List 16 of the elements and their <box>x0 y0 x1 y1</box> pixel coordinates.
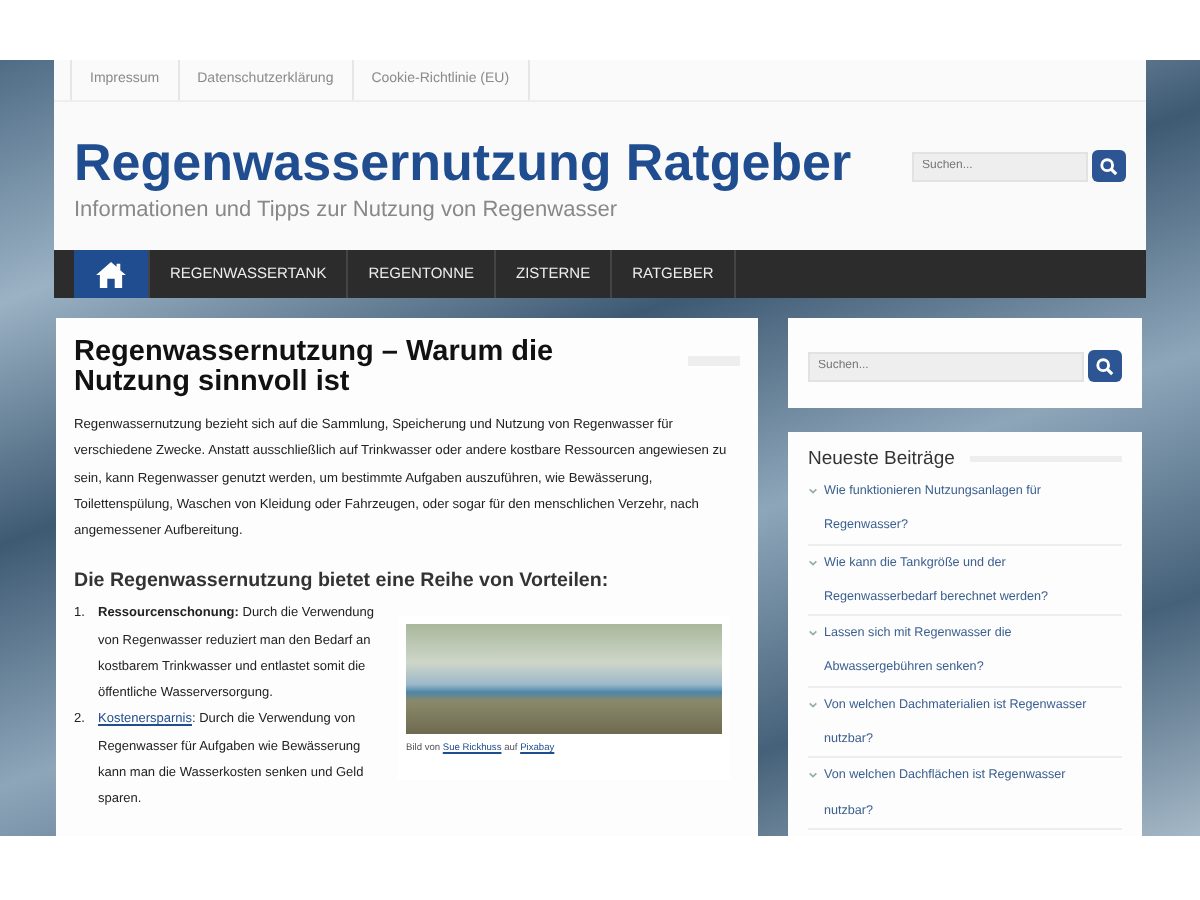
home-icon <box>96 261 126 287</box>
search-button[interactable] <box>1092 150 1126 182</box>
site-title[interactable]: Regenwassernutzung Ratgeber <box>74 131 852 191</box>
search-button[interactable] <box>1088 350 1122 382</box>
site-tagline: Informationen und Tipps zur Nutzung von Regenwasser <box>74 197 619 221</box>
section-heading: Die Regenwassernutzung bietet eine Reihe von Vorteilen: <box>74 570 611 593</box>
chevron-icon <box>808 770 818 781</box>
search-icon <box>1096 357 1115 375</box>
search-icon <box>1100 157 1118 175</box>
chevron-icon <box>808 557 818 568</box>
chevron-icon <box>808 699 818 710</box>
home-tab[interactable] <box>74 250 150 298</box>
chevron-icon <box>808 628 818 639</box>
article-title: Regenwassernutzung – Warum die Nutzung sinnvoll ist <box>74 338 556 398</box>
widget-title: Neueste Beiträge <box>808 448 955 470</box>
chevron-icon <box>808 486 818 496</box>
